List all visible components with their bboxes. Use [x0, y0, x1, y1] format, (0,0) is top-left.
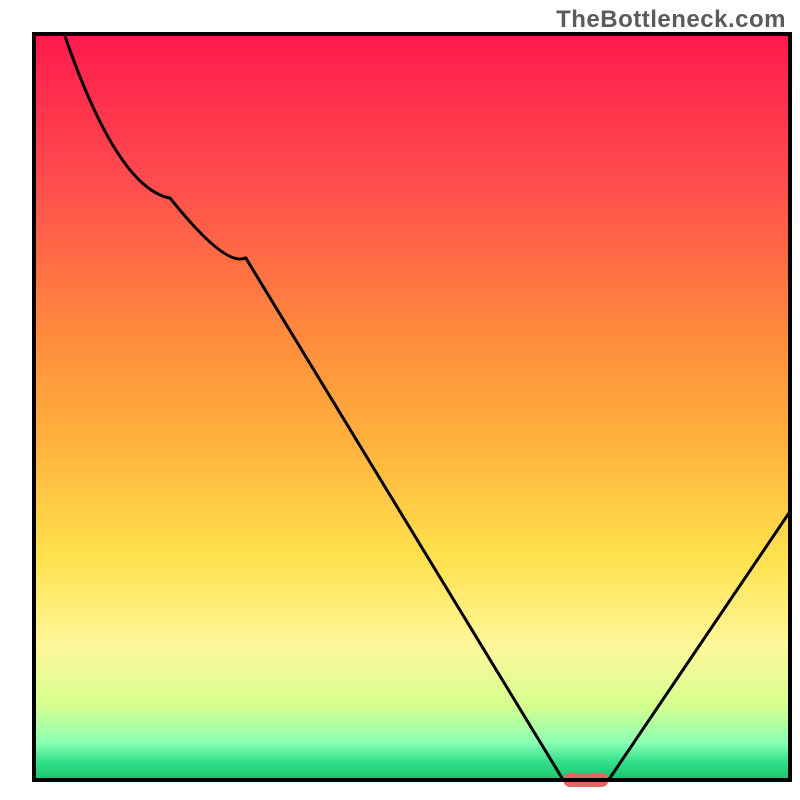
chart-container: TheBottleneck.com	[0, 0, 800, 800]
bottleneck-chart	[0, 0, 800, 800]
watermark-text: TheBottleneck.com	[556, 6, 786, 34]
plot-background	[34, 34, 790, 780]
